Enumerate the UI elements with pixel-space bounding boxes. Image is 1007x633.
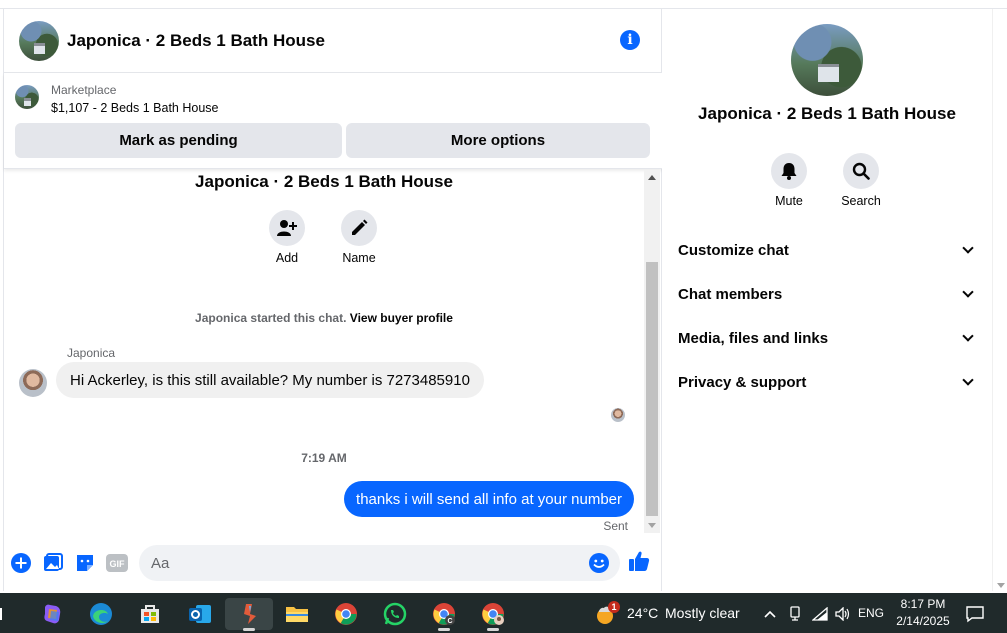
whatsapp-icon[interactable] <box>375 598 415 630</box>
file-explorer-icon[interactable] <box>277 598 317 630</box>
chevron-up-icon[interactable] <box>760 598 780 630</box>
edge-browser-icon[interactable] <box>81 598 121 630</box>
outlook-icon[interactable] <box>180 598 220 630</box>
section-label: Media, files and links <box>678 329 829 347</box>
details-title: Japonica · 2 Beds 1 Bath House <box>698 104 956 123</box>
plus-icon[interactable] <box>10 552 32 574</box>
more-options-button[interactable]: More options <box>346 123 650 158</box>
marketplace-banner: Marketplace $1,107 - 2 Beds 1 Bath House… <box>4 73 662 169</box>
customize-chat-section[interactable]: Customize chat <box>678 235 978 265</box>
gif-icon[interactable]: GIF <box>106 552 128 574</box>
search-icon <box>852 162 870 180</box>
conversation-title: Japonica · 2 Beds 1 Bath House <box>195 172 453 191</box>
started-text: Japonica started this chat. <box>195 311 347 325</box>
search-button[interactable] <box>843 153 879 189</box>
chrome-profile-icon[interactable]: C <box>424 598 464 631</box>
mark-as-pending-button[interactable]: Mark as pending <box>15 123 342 158</box>
language-indicator[interactable]: ENG <box>858 606 884 620</box>
device-icon[interactable] <box>785 598 805 630</box>
search-label: Search <box>841 194 881 208</box>
media-files-links-section[interactable]: Media, files and links <box>678 323 978 353</box>
sent-status: Sent <box>603 519 628 533</box>
add-person-icon <box>277 220 297 236</box>
running-indicator <box>438 628 450 631</box>
clock-time[interactable]: 8:17 PM <box>890 597 956 611</box>
add-label: Add <box>275 251 299 265</box>
temperature[interactable]: 24°C <box>627 605 658 621</box>
scroll-thumb[interactable] <box>646 262 658 516</box>
message-composer: GIF <box>4 535 662 591</box>
chrome-icon[interactable] <box>326 598 366 630</box>
chat-started-notice: Japonica started this chat. View buyer p… <box>4 311 644 325</box>
running-indicator <box>487 628 499 631</box>
mute-label: Mute <box>775 194 803 208</box>
emoji-icon[interactable] <box>588 552 610 574</box>
chevron-down-icon <box>962 286 974 298</box>
chat-header: Japonica · 2 Beds 1 Bath House i <box>4 9 662 73</box>
scroll-up-arrow[interactable] <box>648 175 656 180</box>
page-scroll-down-arrow[interactable] <box>997 583 1005 588</box>
active-app-icon[interactable] <box>225 598 273 631</box>
taskbar: C 1 24°C Mostly clear ENG 8:17 PM 2/14/2… <box>0 593 1007 633</box>
listing-title[interactable]: $1,107 - 2 Beds 1 Bath House <box>51 101 218 115</box>
mute-button[interactable] <box>771 153 807 189</box>
chat-avatar[interactable] <box>19 20 59 61</box>
active-indicator <box>243 628 255 631</box>
top-strip <box>0 0 1007 9</box>
sender-avatar[interactable] <box>19 369 47 397</box>
chat-title[interactable]: Japonica · 2 Beds 1 Bath House <box>67 31 325 51</box>
chat-panel: Japonica · 2 Beds 1 Bath House i Marketp… <box>3 9 662 591</box>
volume-icon[interactable] <box>832 598 854 630</box>
store-icon[interactable] <box>130 598 170 630</box>
notifications-icon[interactable] <box>962 598 988 630</box>
message-list[interactable]: Japonica · 2 Beds 1 Bath House Add Name <box>4 170 644 533</box>
name-label: Name <box>342 251 376 265</box>
section-label: Chat members <box>678 285 783 303</box>
add-person-button[interactable] <box>269 210 305 246</box>
svg-text:GIF: GIF <box>110 559 126 569</box>
info-icon[interactable]: i <box>620 30 640 50</box>
section-label: Privacy & support <box>678 373 807 391</box>
chrome-profile-badge: C <box>447 618 452 625</box>
sender-name: Japonica <box>67 346 116 360</box>
thumbs-up-icon[interactable] <box>628 550 650 572</box>
details-avatar[interactable] <box>791 24 863 96</box>
privacy-support-section[interactable]: Privacy & support <box>678 367 978 397</box>
chevron-down-icon <box>962 374 974 386</box>
sticker-icon[interactable] <box>74 552 96 574</box>
clock-date[interactable]: 2/14/2025 <box>890 614 956 628</box>
weather-badge: 1 <box>608 601 620 613</box>
pencil-icon <box>352 219 368 235</box>
photo-icon[interactable] <box>42 552 64 574</box>
chevron-down-icon <box>962 242 974 254</box>
details-panel: Japonica · 2 Beds 1 Bath House Mute Sear… <box>662 9 992 591</box>
message-timestamp: 7:19 AM <box>301 451 347 465</box>
marketplace-label: Marketplace <box>51 83 117 97</box>
scroll-down-arrow[interactable] <box>648 523 656 528</box>
copilot-icon[interactable] <box>33 598 73 630</box>
rename-button[interactable] <box>341 210 377 246</box>
listing-thumbnail[interactable] <box>15 85 39 109</box>
chat-members-section[interactable]: Chat members <box>678 279 978 309</box>
seen-avatar <box>611 408 625 422</box>
message-scrollbar[interactable] <box>644 170 660 533</box>
screen: Japonica · 2 Beds 1 Bath House i Marketp… <box>0 0 1007 633</box>
view-buyer-profile-link[interactable]: View buyer profile <box>350 311 453 325</box>
outgoing-message[interactable]: thanks i will send all info at your numb… <box>344 481 634 517</box>
wifi-icon[interactable] <box>809 598 831 630</box>
chrome-profile-2-icon[interactable] <box>473 598 513 631</box>
incoming-message[interactable]: Hi Ackerley, is this still available? My… <box>56 362 484 398</box>
bell-icon <box>781 163 797 180</box>
weather-text[interactable]: Mostly clear <box>665 605 740 621</box>
page-scrollbar[interactable] <box>992 9 1007 591</box>
widgets-icon[interactable] <box>0 598 10 630</box>
message-input[interactable] <box>139 545 620 581</box>
chevron-down-icon <box>962 330 974 342</box>
section-label: Customize chat <box>678 241 789 259</box>
